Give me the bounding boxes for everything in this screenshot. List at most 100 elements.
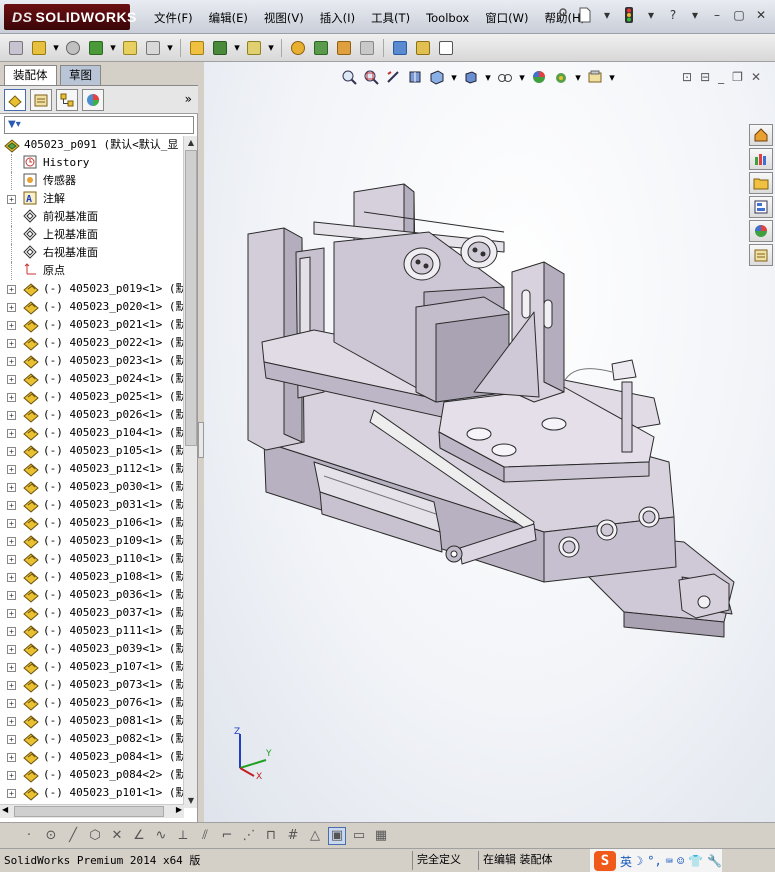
tree-feature-row[interactable]: 传感器 — [0, 172, 184, 190]
menu-window[interactable]: 窗口(W) — [477, 9, 536, 27]
expand-toggle-icon[interactable]: + — [7, 537, 16, 546]
show-hidden-icon[interactable] — [187, 38, 207, 58]
property-manager-icon[interactable] — [30, 88, 52, 111]
help-icon[interactable]: ? — [665, 7, 681, 23]
relation-icon[interactable]: △ — [306, 827, 324, 845]
expand-toggle-icon[interactable]: + — [7, 789, 16, 798]
reference-geometry-icon[interactable] — [244, 38, 264, 58]
tree-feature-row[interactable]: History — [0, 154, 184, 172]
sogou-logo[interactable]: S — [594, 851, 616, 871]
solidworks-logo[interactable]: DS SOLIDWORKS — [4, 4, 136, 30]
tree-component-row[interactable]: + (-) 405023_p111<1> (默认 — [0, 622, 184, 640]
menu-toolbox[interactable]: Toolbox — [418, 9, 477, 27]
scroll-right-icon[interactable]: ▶ — [176, 805, 182, 814]
linear-pattern-icon[interactable] — [86, 38, 106, 58]
menu-insert[interactable]: 插入(I) — [312, 9, 363, 27]
tree-component-row[interactable]: + (-) 405023_p081<1> (默认 — [0, 712, 184, 730]
tree-component-row[interactable]: + (-) 405023_p030<1> (默认 — [0, 478, 184, 496]
dropdown-icon[interactable]: ▾ — [643, 7, 659, 23]
tree-component-row[interactable]: + (-) 405023_p104<1> (默认 — [0, 424, 184, 442]
tree-component-row[interactable]: + (-) 405023_p037<1> (默认 — [0, 604, 184, 622]
tree-component-row[interactable]: + (-) 405023_p106<1> (默认 — [0, 514, 184, 532]
line-icon[interactable]: ╱ — [64, 827, 82, 845]
close-icon[interactable]: ✕ — [753, 7, 769, 23]
tree-component-row[interactable]: + (-) 405023_p021<1> (默认 — [0, 316, 184, 334]
scroll-left-icon[interactable]: ◀ — [2, 805, 8, 814]
point-icon[interactable]: · — [20, 827, 38, 845]
expand-toggle-icon[interactable]: + — [7, 519, 16, 528]
bill-of-materials-icon[interactable] — [311, 38, 331, 58]
expand-toggle-icon[interactable]: + — [7, 411, 16, 420]
instant3d-icon[interactable] — [436, 38, 456, 58]
centerline-icon[interactable]: ⋰ — [240, 827, 258, 845]
expand-toggle-icon[interactable]: + — [7, 753, 16, 762]
minimize-icon[interactable]: – — [709, 7, 725, 23]
expand-toggle-icon[interactable]: + — [7, 195, 16, 204]
menu-view[interactable]: 视图(V) — [256, 9, 312, 27]
display-manager-icon[interactable] — [82, 88, 104, 111]
tree-horizontal-scrollbar[interactable]: ◀ ▶ — [0, 804, 184, 818]
expand-toggle-icon[interactable]: + — [7, 339, 16, 348]
expand-toggle-icon[interactable]: + — [7, 465, 16, 474]
traffic-light-icon[interactable] — [621, 7, 637, 23]
tree-filter[interactable]: ▼▾ — [4, 116, 194, 134]
expand-toggle-icon[interactable]: + — [7, 501, 16, 510]
tree-component-row[interactable]: + (-) 405023_p073<1> (默认 — [0, 676, 184, 694]
clearance-verification-icon[interactable] — [413, 38, 433, 58]
expand-toggle-icon[interactable]: + — [7, 681, 16, 690]
punctuation-icon[interactable]: °, — [647, 854, 661, 868]
expand-toggle-icon[interactable]: + — [7, 483, 16, 492]
circle-icon[interactable]: ⊙ — [42, 827, 60, 845]
tree-component-row[interactable]: + (-) 405023_p110<1> (默认 — [0, 550, 184, 568]
shirt-icon[interactable]: 👕 — [688, 854, 703, 868]
expand-toggle-icon[interactable]: + — [7, 645, 16, 654]
grid-icon[interactable]: # — [284, 827, 302, 845]
move-component-icon[interactable] — [143, 38, 163, 58]
keyboard-icon[interactable]: ⌨ — [666, 854, 673, 868]
assembly-model[interactable] — [204, 62, 775, 822]
menu-file[interactable]: 文件(F) — [146, 9, 201, 27]
configuration-manager-icon[interactable] — [56, 88, 78, 111]
insert-components-icon[interactable] — [29, 38, 49, 58]
expand-toggle-icon[interactable]: + — [7, 699, 16, 708]
tree-component-row[interactable]: + (-) 405023_p108<1> (默认 — [0, 568, 184, 586]
spline-icon[interactable]: ∿ — [152, 827, 170, 845]
tree-component-row[interactable]: + (-) 405023_p101<1> (默认 — [0, 784, 184, 802]
tree-component-row[interactable]: + (-) 405023_p031<1> (默认 — [0, 496, 184, 514]
expand-toggle-icon[interactable]: + — [7, 375, 16, 384]
tree-component-row[interactable]: + (-) 405023_p025<1> (默认 — [0, 388, 184, 406]
tree-feature-row[interactable]: 原点 — [0, 262, 184, 280]
expand-toggle-icon[interactable]: + — [7, 627, 16, 636]
tree-root[interactable]: 405023_p091 (默认<默认_显 — [0, 136, 184, 154]
user-icon[interactable]: ☺ — [677, 854, 684, 868]
menu-tools[interactable]: 工具(T) — [363, 9, 418, 27]
graphics-area[interactable]: ▾ ▾ ▾ ▾ ▾ ⊡ ⊟ _ ❐ ✕ Z Y X — [204, 62, 775, 822]
offset-icon[interactable]: ⟂ — [174, 827, 192, 845]
menu-edit[interactable]: 编辑(E) — [201, 9, 256, 27]
dropdown-icon[interactable]: ▾ — [233, 38, 241, 58]
restore-icon[interactable]: ▢ — [731, 7, 747, 23]
expand-toggle-icon[interactable]: + — [7, 717, 16, 726]
expand-toggle-icon[interactable]: + — [7, 357, 16, 366]
expand-toggle-icon[interactable]: + — [7, 573, 16, 582]
trim-icon[interactable]: ✕ — [108, 827, 126, 845]
expand-toggle-icon[interactable]: + — [7, 555, 16, 564]
expand-toggle-icon[interactable]: + — [7, 321, 16, 330]
angle-icon[interactable]: ∠ — [130, 827, 148, 845]
tree-component-row[interactable]: + (-) 405023_p107<1> (默认 — [0, 658, 184, 676]
tree-component-row[interactable]: + (-) 405023_p036<1> (默认 — [0, 586, 184, 604]
tree-component-row[interactable]: + (-) 405023_p023<1> (默认 — [0, 352, 184, 370]
moon-icon[interactable]: ☽ — [636, 854, 643, 868]
tree-component-row[interactable]: + (-) 405023_p082<1> (默认 — [0, 730, 184, 748]
tree-feature-row[interactable]: 右视基准面 — [0, 244, 184, 262]
dropdown-icon[interactable]: ▾ — [52, 38, 60, 58]
mate-icon[interactable] — [63, 38, 83, 58]
expand-toggle-icon[interactable]: + — [7, 393, 16, 402]
plane-view-icon[interactable]: ▭ — [350, 827, 368, 845]
shaded-view-icon[interactable]: ▣ — [328, 826, 346, 845]
pin-icon[interactable] — [555, 7, 571, 23]
scroll-thumb[interactable] — [185, 150, 197, 446]
table-view-icon[interactable]: ▦ — [372, 827, 390, 845]
tree-vertical-scrollbar[interactable]: ▲ ▼ — [183, 136, 197, 808]
tree-component-row[interactable]: + (-) 405023_p076<1> (默认 — [0, 694, 184, 712]
